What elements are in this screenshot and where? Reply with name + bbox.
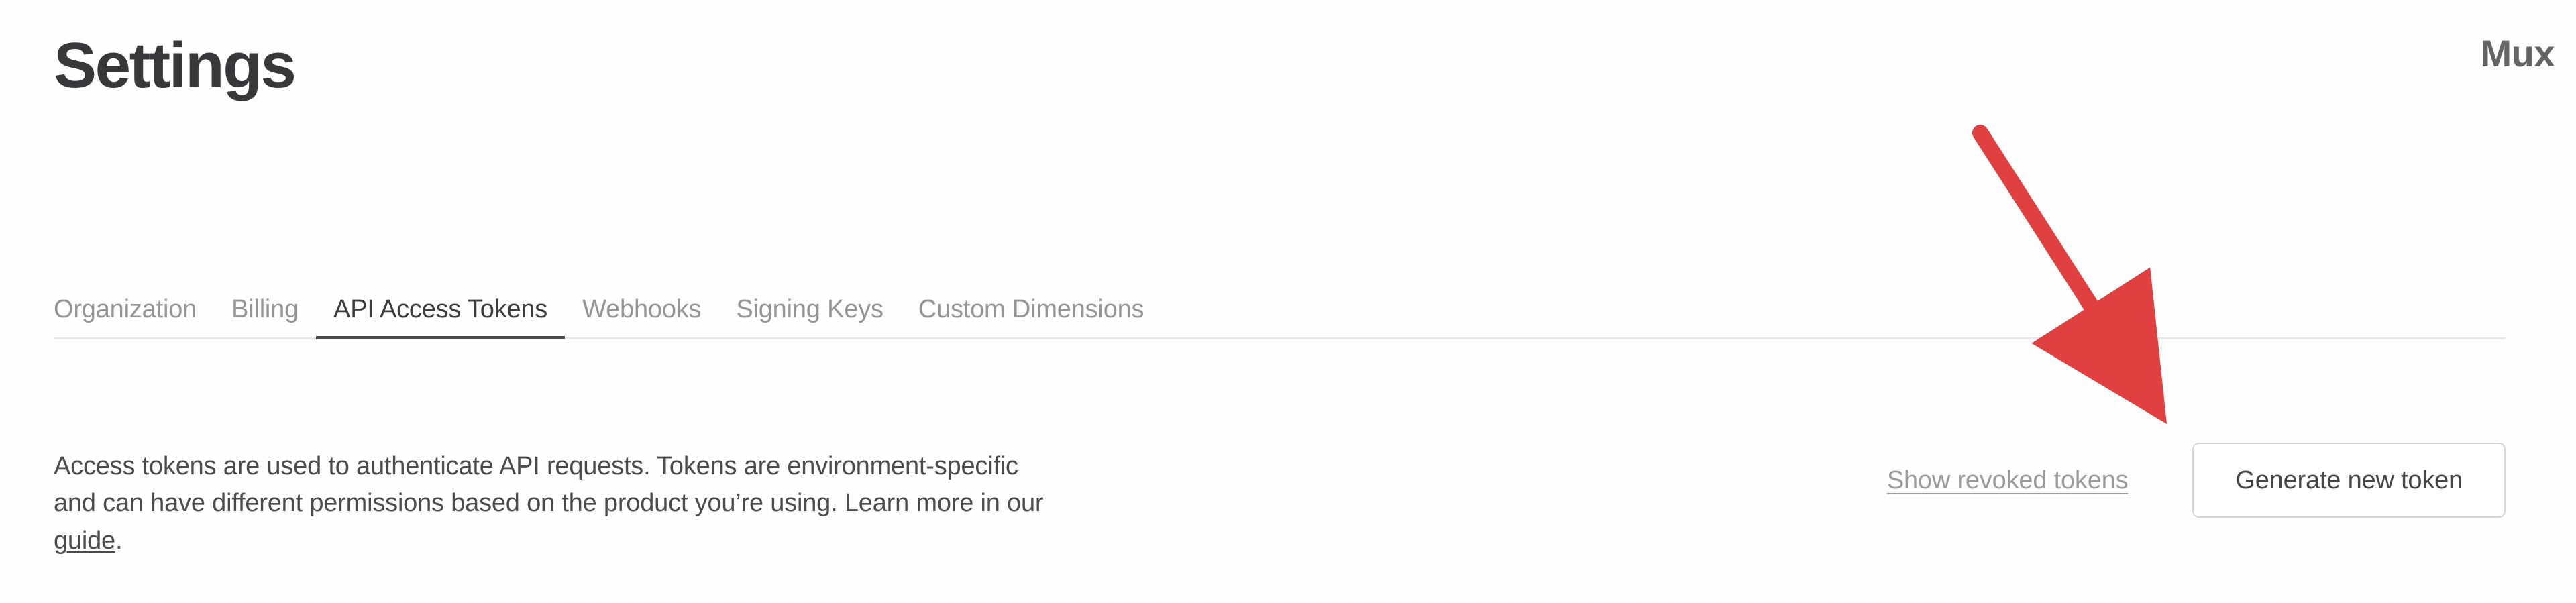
tokens-description-text: Access tokens are used to authenticate A… (54, 452, 1044, 518)
tokens-description-period: . (115, 526, 123, 555)
mux-logo: Mux (2480, 32, 2555, 74)
page-title: Settings (54, 30, 297, 101)
tab-signing-keys[interactable]: Signing Keys (718, 296, 900, 339)
tokens-actions: Show revoked tokens Generate new token (1887, 443, 2506, 518)
tab-api-access-tokens[interactable]: API Access Tokens (316, 296, 566, 339)
tab-bar: Organization Billing API Access Tokens W… (54, 278, 2506, 341)
generate-new-token-button[interactable]: Generate new token (2192, 443, 2506, 518)
guide-link[interactable]: guide (54, 527, 115, 555)
tab-billing[interactable]: Billing (214, 296, 316, 339)
tokens-description: Access tokens are used to authenticate A… (54, 448, 1046, 559)
tab-webhooks[interactable]: Webhooks (565, 296, 718, 339)
tokens-intro-row: Access tokens are used to authenticate A… (54, 423, 2506, 585)
settings-page: Mux Settings Organization Billing API Ac… (0, 0, 2576, 603)
tab-organization[interactable]: Organization (54, 296, 214, 339)
show-revoked-tokens-link[interactable]: Show revoked tokens (1887, 466, 2129, 495)
tab-custom-dimensions[interactable]: Custom Dimensions (901, 296, 1162, 339)
